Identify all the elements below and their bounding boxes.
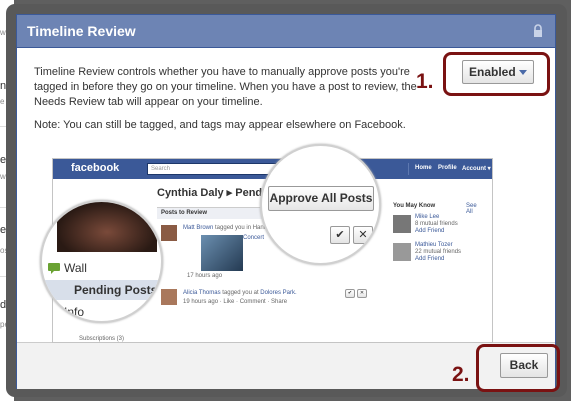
timeline-review-select[interactable]: Enabled (462, 60, 534, 84)
zoom-nav-info: Info (42, 302, 161, 321)
step-1-label: 1. (416, 70, 434, 93)
fb-logo: facebook (71, 162, 120, 174)
approve-all-posts-button: Approve All Posts (268, 186, 374, 211)
friend1-add: Add Friend (415, 228, 445, 234)
post-author-avatar (161, 225, 177, 241)
profile-photo (57, 202, 157, 252)
you-may-know-title: You May Know (393, 203, 436, 209)
bg-fragment: w (0, 172, 6, 181)
dialog-description: Timeline Review controls whether you hav… (34, 66, 417, 108)
friend2-name: Mathieu Tozer (415, 242, 453, 248)
post1-album: Concert (243, 235, 265, 241)
see-all-link: See All (466, 203, 477, 215)
dialog-footer (17, 342, 555, 389)
zoom-left-nav: Wall Pending Posts Info (40, 200, 163, 323)
bg-fragment: w (0, 28, 6, 37)
friend2-add: Add Friend (415, 256, 445, 262)
fb-nav-home: Home (415, 165, 432, 171)
back-button[interactable]: Back (500, 353, 548, 378)
dialog-title: Timeline Review (27, 23, 136, 39)
lock-icon (534, 24, 542, 37)
dialog-note: Note: You can still be tagged, and tags … (34, 119, 406, 131)
post-author-avatar (161, 289, 177, 305)
info-icon (50, 307, 59, 318)
close-icon: ✕ (353, 226, 373, 244)
friend2-mutual: 22 mutual friends (415, 249, 462, 255)
check-icon: ✔ (330, 226, 350, 244)
friend-avatar (393, 243, 411, 261)
post1-line: Matt Brown tagged you in Hannah (183, 225, 274, 231)
friend1-name: Mike Lee (415, 214, 440, 220)
fb-nav-account: Account ▾ (462, 166, 491, 172)
select-value: Enabled (469, 65, 516, 79)
bg-fragment: e (0, 97, 5, 106)
wall-icon (48, 263, 60, 274)
post2-line: Alicia Thomas tagged you at Dolores Park… (183, 290, 297, 296)
check-icon: ✔ (345, 289, 355, 298)
post-photo (201, 235, 243, 271)
chevron-down-icon (519, 70, 527, 75)
fb-nav-profile: Profile (438, 165, 457, 171)
step-2-label: 2. (452, 363, 470, 386)
zoom-nav-wall: Wall (42, 258, 161, 278)
subscriptions-label: Subscriptions (3) (79, 336, 125, 342)
zoom-right-actions: Approve All Posts ✔ ✕ (260, 144, 381, 265)
friend-avatar (393, 215, 411, 233)
dialog-titlebar: Timeline Review (17, 15, 555, 48)
friend1-mutual: 8 mutual friends (415, 221, 458, 227)
close-icon: ✕ (357, 289, 367, 298)
post1-time: 17 hours ago (187, 273, 223, 279)
zoom-nav-pending-posts: Pending Posts (42, 280, 161, 300)
post2-meta: 19 hours ago · Like · Comment · Share (183, 299, 288, 305)
